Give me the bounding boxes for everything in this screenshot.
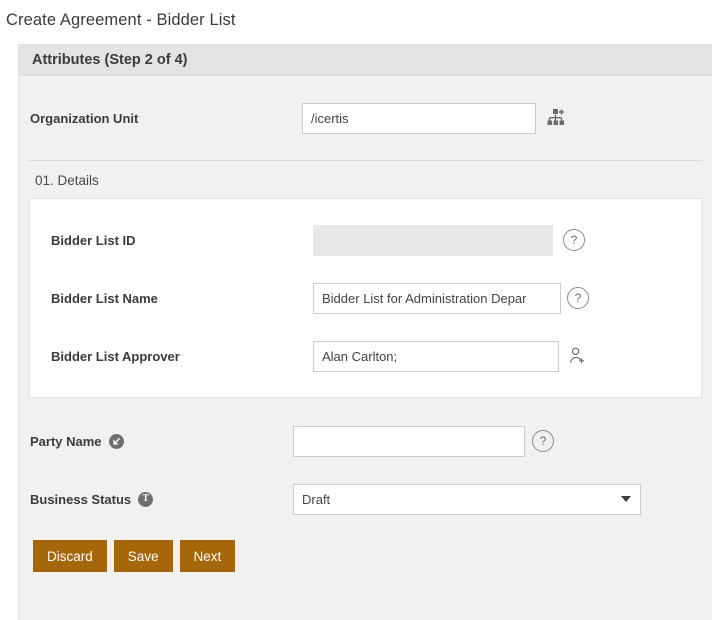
bidder-list-approver-input[interactable]: Alan Carlton;	[313, 340, 559, 372]
bidder-list-name-row: Bidder List Name Bidder List for Adminis…	[30, 269, 701, 327]
chevron-down-icon	[621, 496, 631, 502]
help-icon: ?	[532, 430, 554, 452]
organization-unit-input[interactable]: /icertis	[302, 102, 536, 134]
bidder-list-name-label: Bidder List Name	[51, 290, 158, 306]
attributes-card: Attributes (Step 2 of 4) Organization Un…	[18, 44, 712, 620]
discard-button[interactable]: Discard	[33, 540, 107, 572]
party-name-help-icon[interactable]: ?	[525, 426, 561, 457]
business-status-value: Draft	[302, 491, 331, 507]
lower-attribute-rows: Party Name ? Business Status T Draft	[19, 398, 712, 528]
bidder-list-approver-label: Bidder List Approver	[51, 348, 180, 364]
bidder-list-id-row: Bidder List ID ?	[30, 211, 701, 269]
business-status-row: Business Status T Draft	[30, 470, 712, 528]
details-section-title: 01. Details	[35, 173, 99, 188]
bidder-list-id-input[interactable]	[313, 224, 553, 256]
action-button-bar: Discard Save Next	[19, 528, 712, 572]
next-button[interactable]: Next	[179, 540, 236, 572]
page-title: Create Agreement - Bidder List	[6, 11, 236, 29]
party-name-row: Party Name ?	[30, 412, 712, 470]
save-button[interactable]: Save	[113, 540, 173, 572]
business-status-label-text: Business Status	[30, 491, 132, 507]
card-header: Attributes (Step 2 of 4)	[19, 44, 712, 76]
party-name-label-text: Party Name	[30, 433, 102, 449]
organization-unit-value: /icertis	[311, 110, 349, 126]
business-status-select[interactable]: Draft	[293, 483, 641, 515]
org-chart-add-icon[interactable]	[536, 103, 580, 134]
bidder-list-id-help-icon[interactable]: ?	[553, 225, 595, 256]
bidder-list-name-input[interactable]: Bidder List for Administration Depar	[313, 282, 561, 314]
help-icon: ?	[567, 287, 589, 309]
card-header-title: Attributes (Step 2 of 4)	[32, 51, 188, 68]
bidder-list-approver-value: Alan Carlton;	[322, 348, 398, 364]
badge-letter: T	[142, 493, 149, 504]
letter-t-badge-icon: T	[138, 491, 154, 507]
party-name-input[interactable]	[293, 425, 525, 457]
bidder-list-id-label: Bidder List ID	[51, 232, 136, 248]
bidder-list-name-help-icon[interactable]: ?	[561, 283, 595, 314]
person-add-icon[interactable]	[559, 341, 595, 372]
help-icon: ?	[563, 229, 585, 251]
party-name-label: Party Name	[30, 433, 293, 449]
details-section: 01. Details Bidder List ID ? Bidder List…	[29, 160, 702, 398]
bidder-list-name-value: Bidder List for Administration Depar	[322, 290, 527, 306]
business-status-label: Business Status T	[30, 491, 293, 507]
organization-unit-label: Organization Unit	[30, 110, 139, 126]
details-box: Bidder List ID ? Bidder List Name Bidder…	[29, 198, 702, 398]
organization-unit-row: Organization Unit /icertis	[19, 76, 712, 160]
bidder-list-approver-row: Bidder List Approver Alan Carlton;	[30, 327, 701, 385]
arrow-down-left-badge-icon	[108, 433, 124, 449]
